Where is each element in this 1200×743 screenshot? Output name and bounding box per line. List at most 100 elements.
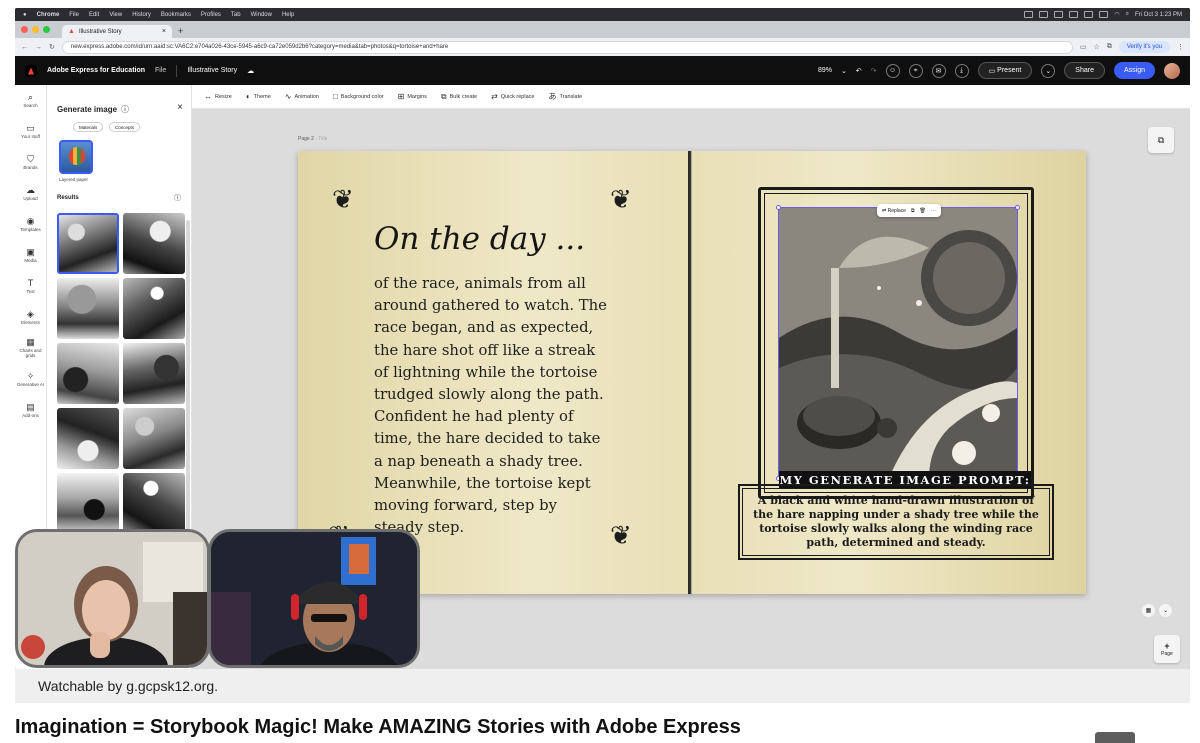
browser-menu-icon[interactable]: ⋮ [1177,43,1184,51]
story-line: time, the hare decided to take [374,430,601,448]
story-line: Meanwhile, the tortoise kept [374,474,591,492]
info-icon[interactable]: ⓘ [174,193,181,203]
resize-handle[interactable] [1015,205,1020,210]
search-icon: ⌕ [27,91,34,102]
rail-item-media[interactable]: ▣ Media [15,240,46,271]
pin-icon[interactable]: ⌖ [908,63,923,78]
filter-chip-concepts[interactable]: Concepts [109,122,141,132]
story-line: Confident he had plenty of [374,408,574,426]
background-color-icon: □ [332,92,338,101]
chevron-down-icon[interactable]: ⌄ [841,67,847,75]
extensions-icon[interactable]: ⧉ [1107,43,1112,51]
toolbar-resize[interactable]: ↔ Resize [204,92,232,101]
story-heading[interactable]: On the day ... [374,221,585,257]
share-button[interactable]: Share [1064,62,1105,79]
cast-icon[interactable]: ▭ [1080,43,1087,51]
rail-item-brands[interactable]: ⛉ Brands [15,147,46,178]
result-thumbnail[interactable] [57,343,119,404]
add-page-button[interactable]: + Page [1154,635,1180,663]
storybook-spread[interactable]: ❦ ❦ ❦ ❦ On the day ... of the race, anim… [298,151,1086,594]
toolbar-quick-replace[interactable]: ⇄ Quick replace [491,92,534,101]
result-thumbnail[interactable] [123,408,185,469]
rail-item-generative-ai[interactable]: ✧ Generative AI [15,364,46,395]
delete-icon[interactable]: 🗑 [920,208,926,214]
toolbar-margins[interactable]: ⊞ Margins [398,92,427,101]
verify-identity-button[interactable]: Verify it's you [1118,41,1170,53]
bookmark-star-icon[interactable]: ☆ [1094,43,1100,51]
video-player[interactable]: ● Chrome File Edit View History Bookmark… [15,8,1190,669]
collaborator-icon[interactable]: ☺ [885,63,900,78]
prompt-text-box[interactable]: A black and white hand-drawn illustratio… [738,484,1054,560]
addons-icon: ▤ [26,401,35,412]
selection-box[interactable]: ⇄ Replace ⧉ 🗑 ⋯ [776,204,1020,481]
zoom-level[interactable]: 89% [818,67,832,74]
rail-item-templates[interactable]: ◉ Templates [15,209,46,240]
address-bar[interactable]: new.express.adobe.com/id/urn:aaid:sc:VA6… [61,40,1073,54]
undo-icon[interactable]: ↶ [856,67,862,75]
reload-icon[interactable]: ↻ [49,43,55,51]
mac-menu-help: Help [281,11,295,18]
rail-item-upload[interactable]: ☁ Upload [15,178,46,209]
panel-scrollbar[interactable] [186,220,190,540]
story-body[interactable]: of the race, animals from all around gat… [374,273,624,539]
result-thumbnail[interactable] [57,278,119,339]
style-thumbnail-layered-paper[interactable] [59,140,93,174]
watchable-attribution: Watchable by g.gcpsk12.org. [15,669,1190,703]
resize-handle[interactable] [776,205,781,210]
result-thumbnail[interactable] [123,343,185,404]
close-tab-icon[interactable]: × [162,28,166,35]
filter-chip-materials[interactable]: Materials [73,122,104,132]
result-thumbnail[interactable] [57,213,119,274]
duplicate-icon[interactable]: ⧉ [911,208,915,214]
present-button[interactable]: ▭ Present [977,62,1033,79]
hide-panel-icon[interactable]: ⧉ [1148,127,1174,153]
rail-item-elements[interactable]: ◈ Elements [15,302,46,333]
rail-item-addons[interactable]: ▤ Add-ons [15,395,46,426]
selection-actions-bar: ⇄ Replace ⧉ 🗑 ⋯ [877,204,941,217]
person-video-2 [211,532,417,665]
toolbar-animation[interactable]: ∿ Animation [285,92,319,101]
rail-item-search[interactable]: ⌕ Search [15,85,46,116]
info-icon[interactable]: ⓘ [121,104,129,115]
video-title: Imagination = Storybook Magic! Make AMAZ… [15,716,741,738]
comment-icon[interactable]: ✉ [931,63,946,78]
grid-view-icon[interactable]: ▦ [1142,604,1155,617]
rail-item-charts[interactable]: ▦ Charts and grids [15,333,46,364]
file-menu[interactable]: File [155,67,166,74]
rail-item-text[interactable]: T Text [15,271,46,302]
avatar[interactable] [1164,62,1180,79]
story-line: race began, and as expected, [374,319,594,337]
toolbar-translate[interactable]: あ Translate [548,91,582,102]
document-title[interactable]: Illustrative Story [187,67,237,74]
more-icon[interactable]: ⋯ [931,208,936,214]
toolbar-background-color[interactable]: □ Background color [333,92,384,101]
page-number: Page 2 [298,136,314,142]
replace-button[interactable]: ⇄ Replace [882,208,906,214]
close-icon[interactable]: × [177,102,183,113]
rail-item-your-stuff[interactable]: ▭ Your stuff [15,116,46,147]
forward-icon[interactable]: → [35,44,42,51]
plus-icon: + [1164,641,1170,651]
status-icon [1099,11,1109,18]
result-thumbnail[interactable] [123,473,185,534]
result-thumbnail[interactable] [123,213,185,274]
result-thumbnail[interactable] [123,278,185,339]
chevron-down-icon[interactable]: ⌄ [1159,604,1172,617]
overflow-button[interactable] [1095,732,1135,743]
back-icon[interactable]: ← [21,44,28,51]
templates-icon: ◉ [26,215,35,226]
redo-icon[interactable]: ↷ [871,67,877,75]
browser-tab[interactable]: ▲ Illustrative Story × [62,25,172,38]
toolbar-bulk-create[interactable]: ⧉ Bulk create [441,92,477,102]
result-thumbnail[interactable] [57,473,119,534]
new-tab-icon[interactable]: + [178,26,183,36]
rail-label: Charts and grids [19,348,42,358]
page-label[interactable]: Page 2 - Title [298,136,327,142]
status-icon [1069,11,1079,18]
toolbar-theme[interactable]: ◐ Theme [246,92,271,101]
result-thumbnail[interactable] [57,408,119,469]
present-options-icon[interactable]: ⌄ [1041,63,1056,78]
assign-button[interactable]: Assign [1113,62,1155,79]
download-icon[interactable]: ⤓ [954,63,969,78]
story-line: trudged slowly along the path. [374,386,604,404]
